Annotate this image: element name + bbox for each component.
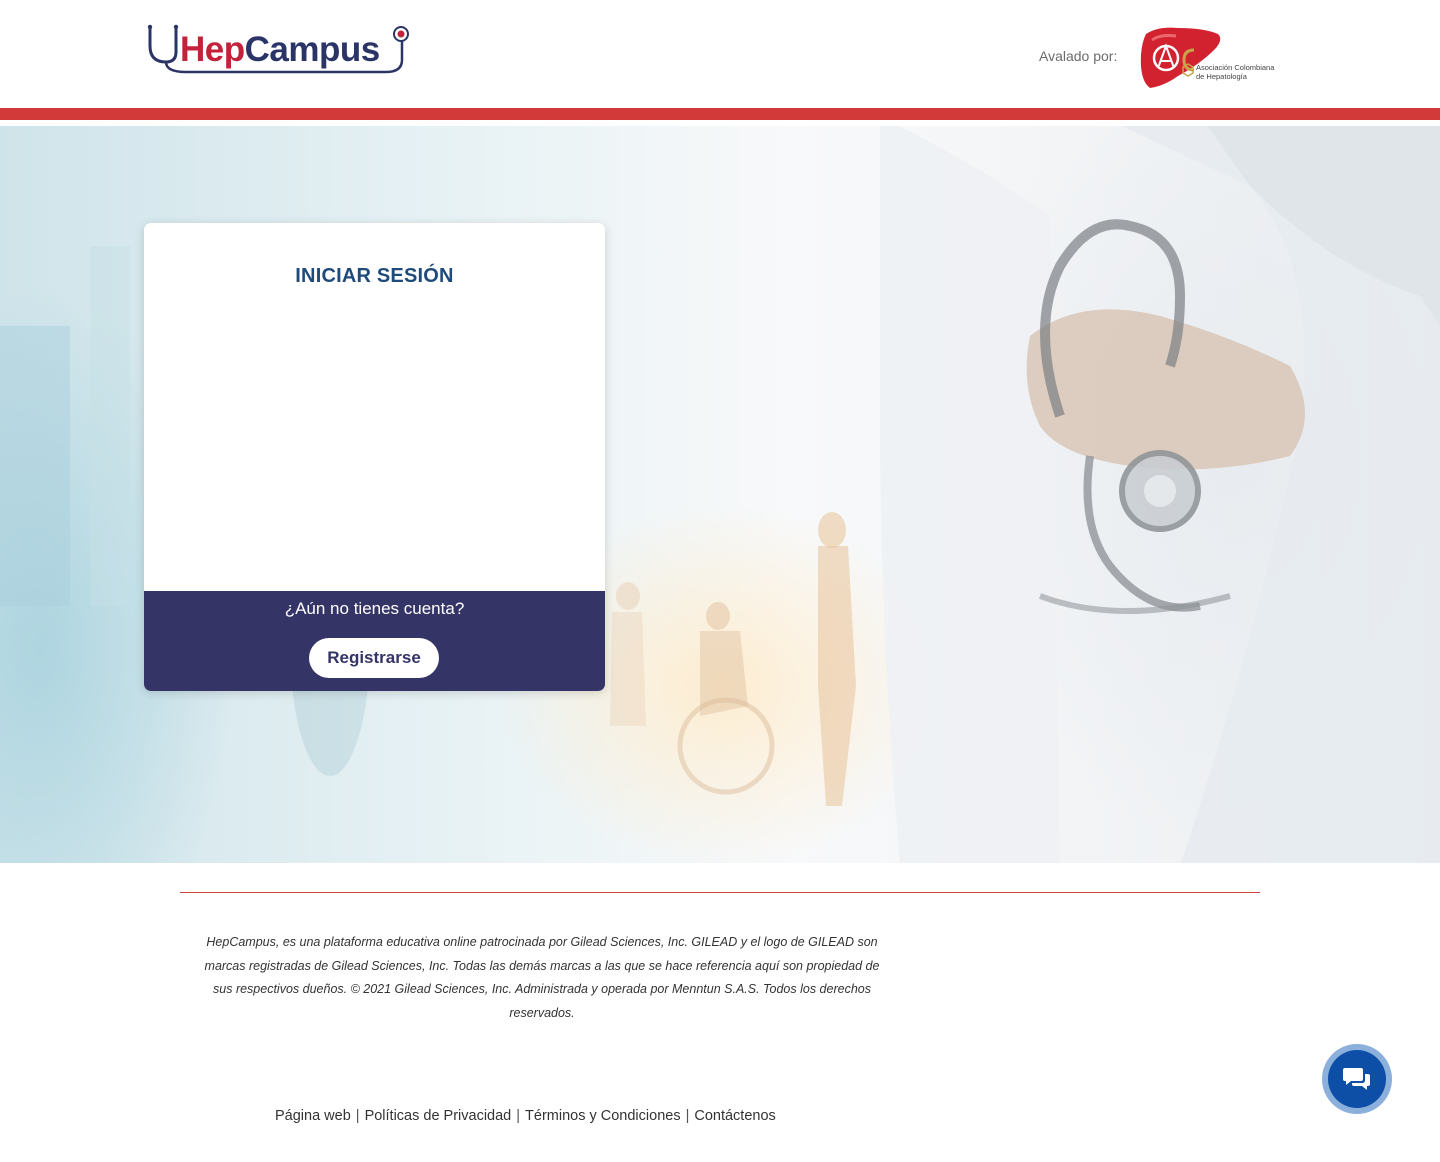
- hero-person-silhouette: [616, 582, 640, 610]
- association-name: Asociación Colombiana de Hepatología: [1196, 63, 1274, 81]
- logo-text-hep: Hep: [180, 30, 245, 69]
- footer-separator: |: [685, 1108, 690, 1124]
- association-logo: Asociación Colombiana de Hepatología: [1138, 24, 1288, 92]
- register-button[interactable]: Registrarse: [309, 638, 439, 678]
- no-account-text: ¿Aún no tienes cuenta?: [284, 599, 465, 618]
- footer-link-contact[interactable]: Contáctenos: [694, 1108, 775, 1124]
- hero-person-silhouette: [818, 546, 856, 806]
- login-title: INICIAR SESIÓN: [295, 265, 454, 287]
- footer-link-website[interactable]: Página web: [275, 1108, 351, 1124]
- footer-separator: |: [516, 1108, 521, 1124]
- hepcampus-logo[interactable]: HepCampus: [146, 24, 411, 76]
- hero-blur-shape: [0, 326, 70, 606]
- hero-person-silhouette: [706, 602, 730, 630]
- hero-wheelchair: [677, 697, 775, 795]
- login-card: INICIAR SESIÓN ¿Aún no tienes cuenta? Re…: [144, 223, 605, 691]
- hero-person-silhouette: [610, 612, 646, 726]
- hero-hand: [1026, 309, 1305, 470]
- hero-stethoscope-chestpiece: [1144, 475, 1176, 507]
- association-name-line2: de Hepatología: [1196, 72, 1247, 81]
- footer-disclaimer: HepCampus, es una plataforma educativa o…: [204, 935, 880, 1021]
- association-name-line1: Asociación Colombiana: [1196, 63, 1275, 72]
- hero-stethoscope: [1038, 593, 1231, 614]
- header-red-stripe: [0, 108, 1440, 120]
- register-panel: ¿Aún no tienes cuenta? Registrarse: [144, 591, 605, 691]
- liver-icon: [1140, 27, 1221, 89]
- chat-button-inner: [1328, 1050, 1386, 1108]
- hero-doctor-coat: [880, 126, 1060, 863]
- site-header: HepCampus Avalado por: Asociación Colomb…: [0, 0, 1440, 108]
- chat-button[interactable]: [1322, 1044, 1392, 1114]
- footer-link-terms[interactable]: Términos y Condiciones: [525, 1108, 681, 1124]
- footer-separator: |: [355, 1108, 360, 1124]
- chat-bubbles-icon: [1343, 1068, 1370, 1090]
- hero-blur-shape: [90, 246, 130, 606]
- hero-person-silhouette: [818, 512, 846, 548]
- logo-text-campus: Campus: [244, 30, 381, 69]
- footer-links: Página web | Políticas de Privacidad | Térmi…: [275, 1108, 776, 1124]
- footer-divider: [180, 892, 1260, 893]
- logo-text: HepCampus: [180, 30, 380, 70]
- footer-link-privacy[interactable]: Políticas de Privacidad: [365, 1108, 512, 1124]
- endorsed-by-label: Avalado por:: [1039, 48, 1118, 64]
